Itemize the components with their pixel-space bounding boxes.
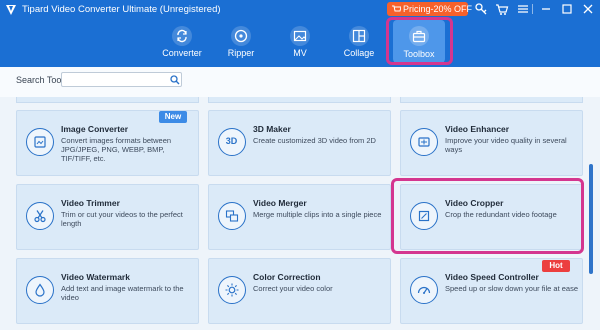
toolbox-highlight-box [386, 17, 453, 65]
scissors-icon [34, 210, 46, 223]
close-icon[interactable] [581, 2, 595, 16]
card-title: Video Enhancer [445, 124, 510, 134]
hot-badge: Hot [542, 260, 570, 272]
disc-icon [234, 29, 248, 43]
card-title: Video Speed Controller [445, 272, 539, 282]
video-cropper-highlight-box [391, 178, 584, 254]
3d-maker-icon-bg: 3D [218, 128, 246, 156]
maximize-icon[interactable] [560, 2, 574, 16]
tab-converter-label: Converter [162, 48, 202, 58]
card-title: Video Trimmer [61, 198, 120, 208]
card-description: Create customized 3D video from 2D [253, 136, 376, 145]
card-partial [400, 97, 583, 103]
card-description: Add text and image watermark to the vide… [61, 284, 184, 302]
pricing-button[interactable]: Pricing-20% OFF [387, 2, 472, 16]
key-icon[interactable] [474, 2, 488, 16]
title-bar: Tipard Video Converter Ultimate (Unregis… [0, 0, 600, 67]
collage-icon [352, 29, 366, 43]
scrollbar[interactable] [589, 164, 593, 274]
search-label: Search Tool: [16, 75, 66, 85]
card-title: Image Converter [61, 124, 129, 134]
tab-mv-label: MV [293, 48, 307, 58]
tab-collage[interactable]: Collage [334, 22, 384, 62]
card-description: Convert images formats between JPG/JPEG,… [61, 136, 172, 163]
card-title: Video Watermark [61, 272, 130, 282]
speedometer-icon [417, 286, 431, 294]
card-color-correction[interactable]: Color Correction Correct your video colo… [208, 258, 391, 324]
card-description: Trim or cut your videos to the perfect l… [61, 210, 183, 228]
card-video-watermark[interactable]: Video Watermark Add text and image water… [16, 258, 199, 324]
tab-mv[interactable]: MV [275, 22, 325, 62]
video-trimmer-icon-bg [26, 202, 54, 230]
drop-icon [35, 283, 45, 297]
cart-icon[interactable] [495, 2, 509, 16]
image-converter-icon-bg [26, 128, 54, 156]
pricing-label: Pricing-20% OFF [403, 4, 473, 14]
palette-icon [418, 137, 430, 147]
tab-ripper-label: Ripper [227, 48, 255, 58]
video-speed-controller-icon-bg [410, 276, 438, 304]
merge-icon [225, 210, 239, 222]
new-badge: New [159, 111, 187, 123]
menu-icon[interactable] [516, 2, 530, 16]
converter-icon [177, 29, 187, 43]
card-title: Color Correction [253, 272, 321, 282]
card-video-merger[interactable]: Video Merger Merge multiple clips into a… [208, 184, 391, 250]
converter-icon-bg [172, 26, 192, 46]
collage-icon-bg [349, 26, 369, 46]
card-description: Speed up or slow down your file at ease [445, 284, 578, 293]
cart-icon [392, 5, 401, 12]
divider [532, 4, 533, 14]
app-logo-icon [6, 5, 16, 15]
video-watermark-icon-bg [26, 276, 54, 304]
video-enhancer-icon-bg [410, 128, 438, 156]
video-merger-icon-bg [218, 202, 246, 230]
tab-converter[interactable]: Converter [157, 22, 207, 62]
app-title: Tipard Video Converter Ultimate (Unregis… [22, 4, 221, 15]
color-correction-icon-bg [218, 276, 246, 304]
card-partial [208, 97, 391, 103]
image-icon [293, 30, 307, 42]
ripper-icon-bg [231, 26, 251, 46]
tab-ripper[interactable]: Ripper [216, 22, 266, 62]
card-title: 3D Maker [253, 124, 291, 134]
sun-icon [225, 283, 239, 297]
search-row: Search Tool: [0, 67, 600, 97]
card-3d-maker[interactable]: 3D 3D Maker Create customized 3D video f… [208, 110, 391, 176]
card-description: Improve your video quality in several wa… [445, 136, 567, 154]
card-title: Video Merger [253, 198, 307, 208]
3d-icon: 3D [225, 136, 238, 146]
mv-icon-bg [290, 26, 310, 46]
tab-collage-label: Collage [343, 48, 375, 58]
search-input[interactable] [61, 72, 182, 87]
minimize-icon[interactable] [539, 2, 553, 16]
card-video-enhancer[interactable]: Video Enhancer Improve your video qualit… [400, 110, 583, 176]
card-description: Merge multiple clips into a single piece [253, 210, 382, 219]
card-description: Correct your video color [253, 284, 333, 293]
image-convert-icon [34, 136, 46, 148]
card-partial [16, 97, 199, 103]
search-icon[interactable] [170, 75, 180, 85]
card-video-trimmer[interactable]: Video Trimmer Trim or cut your videos to… [16, 184, 199, 250]
